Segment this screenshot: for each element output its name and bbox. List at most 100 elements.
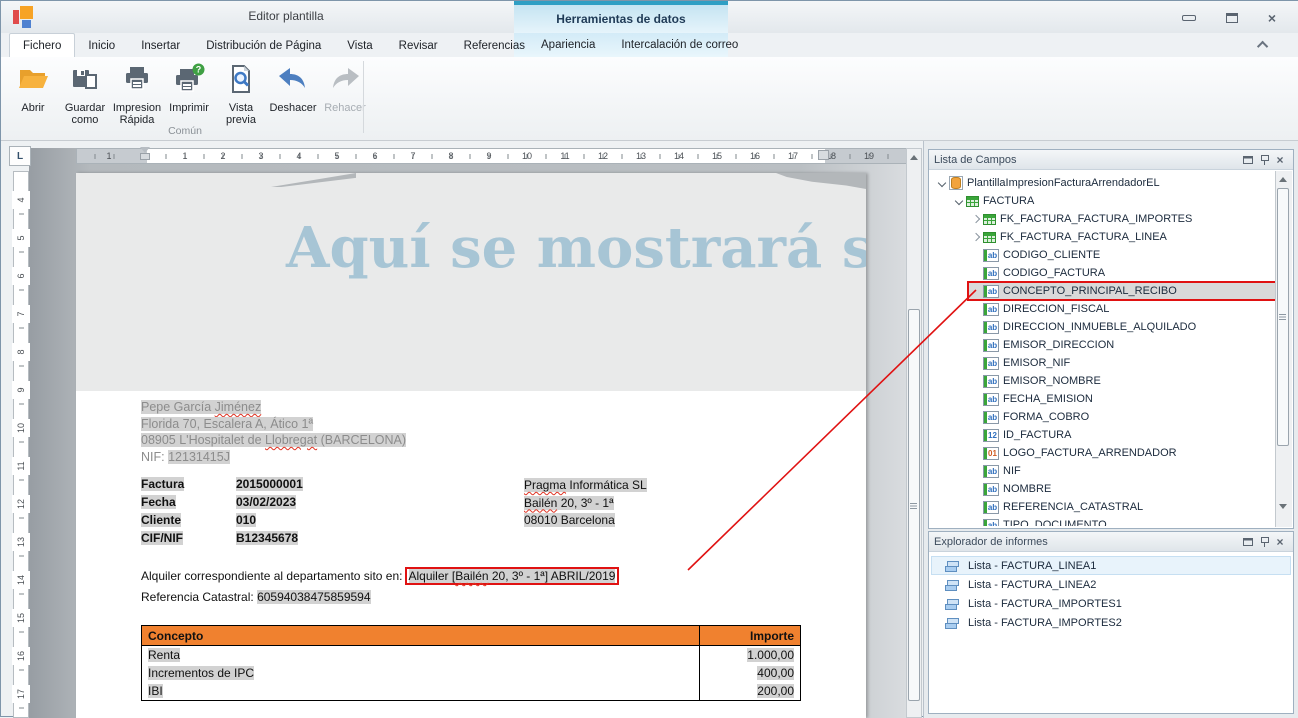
- invoice-field-value[interactable]: 2015000001: [236, 477, 303, 491]
- chevron-down-icon[interactable]: [952, 198, 966, 204]
- tree-item-id-factura[interactable]: 12ID_FACTURA: [931, 426, 1275, 444]
- tree-item-content: abEMISOR_NIF: [969, 355, 1275, 371]
- doc-text-line: Pepe García Jiménez: [141, 399, 406, 416]
- logo-placeholder[interactable]: Aquí se mostrará su: [76, 173, 866, 391]
- concept-import-table: Concepto Importe Renta1.000,00Incremento…: [141, 625, 801, 701]
- tree-item-fecha-emision[interactable]: abFECHA_EMISION: [931, 390, 1275, 408]
- indent-marker[interactable]: [140, 147, 150, 160]
- doc-text-line: 08010 Barcelona: [524, 512, 647, 530]
- ruler-number: 10: [517, 151, 537, 161]
- tree-item-forma-cobro[interactable]: abFORMA_COBRO: [931, 408, 1275, 426]
- tree-item-content: FACTURA: [952, 193, 1275, 209]
- tree-item-nombre[interactable]: abNOMBRE: [931, 480, 1275, 498]
- tree-item-emisor-nombre[interactable]: abEMISOR_NOMBRE: [931, 372, 1275, 390]
- invoice-field-value[interactable]: B12345678: [236, 531, 298, 545]
- tree-item-direccion-inmueble-alquilado[interactable]: abDIRECCION_INMUEBLE_ALQUILADO: [931, 318, 1275, 336]
- ruler-number: 17: [12, 685, 30, 703]
- field-list-title: Lista de Campos: [934, 154, 1240, 166]
- tree-item-emisor-nif[interactable]: abEMISOR_NIF: [931, 354, 1275, 372]
- ruler-number: 11: [555, 151, 575, 161]
- ruler-number: 6: [365, 151, 385, 161]
- minimize-icon[interactable]: [1176, 10, 1202, 25]
- tree-item-codigo-cliente[interactable]: abCODIGO_CLIENTE: [931, 246, 1275, 264]
- ruler-number: 7: [12, 305, 30, 323]
- tab-inicio[interactable]: Inicio: [75, 34, 128, 58]
- ruler-number: 2: [213, 151, 233, 161]
- tree-item-content: abTIPO_DOCUMENTO: [969, 517, 1275, 526]
- tab-insertar[interactable]: Insertar: [128, 34, 193, 58]
- tree-item-content: abCODIGO_FACTURA: [969, 265, 1275, 281]
- scrollbar-grip[interactable]: [910, 503, 917, 509]
- tree-item-label: NOMBRE: [1003, 483, 1051, 495]
- concept-merge-field[interactable]: Alquiler [Bailén 20, 3º - 1ª] ABRIL/2019: [405, 567, 620, 585]
- tree-item-nif[interactable]: abNIF: [931, 462, 1275, 480]
- redo-icon: [329, 63, 361, 100]
- invoice-field-value[interactable]: 03/02/2023: [236, 495, 296, 509]
- explorer-item-lista-factura-importes1[interactable]: Lista - FACTURA_IMPORTES1: [931, 594, 1291, 613]
- tree-item-label: DIRECCION_FISCAL: [1003, 303, 1109, 315]
- tab-distribucion-de-pagina[interactable]: Distribución de Página: [193, 34, 334, 58]
- tree-item-logo-factura-arrendador[interactable]: 01LOGO_FACTURA_ARRENDADOR: [931, 444, 1275, 462]
- tree-item-fk-factura-factura-linea[interactable]: FK_FACTURA_FACTURA_LINEA: [931, 228, 1275, 246]
- close-icon[interactable]: ×: [1259, 10, 1285, 25]
- tree-item-direccion-fiscal[interactable]: abDIRECCION_FISCAL: [931, 300, 1275, 318]
- tree-item-tipo-documento[interactable]: abTIPO_DOCUMENTO: [931, 516, 1275, 526]
- impresion-rapida-button[interactable]: Impresion Rápida: [111, 59, 163, 129]
- doc-text-segment: 08905 L'Hospitalet de: [141, 433, 265, 447]
- tree-item-plantillaimpresionfacturaarrendadorel[interactable]: PlantillaImpresionFacturaArrendadorEL: [931, 174, 1275, 192]
- tree-item-concepto-principal-recibo[interactable]: abCONCEPTO_PRINCIPAL_RECIBO: [931, 282, 1275, 300]
- tree-item-fk-factura-factura-importes[interactable]: FK_FACTURA_FACTURA_IMPORTES: [931, 210, 1275, 228]
- pin-icon[interactable]: [1256, 153, 1272, 167]
- list-band-icon: [945, 598, 959, 610]
- document-scrollbar[interactable]: [906, 148, 922, 718]
- doc-text-segment: Florida 70, Escalera A, Ático 1ª: [141, 417, 313, 431]
- close-icon[interactable]: ×: [1272, 535, 1288, 549]
- text-field-icon: ab: [983, 501, 999, 514]
- tab-intercalacion-de-correo[interactable]: Intercalación de correo: [608, 33, 751, 57]
- imprimir-button[interactable]: ?Imprimir: [163, 59, 215, 129]
- torn-paper-decoration: [271, 173, 356, 187]
- horizontal-ruler[interactable]: 123456789101112131415161718191: [76, 148, 909, 164]
- tab-fichero[interactable]: Fichero: [9, 33, 75, 57]
- field-list-scrollbar[interactable]: [1275, 171, 1292, 527]
- maximize-icon[interactable]: [1219, 10, 1245, 25]
- tree-item-label: CONCEPTO_PRINCIPAL_RECIBO: [1003, 285, 1177, 297]
- guardar-como-button[interactable]: Guardar como: [59, 59, 111, 129]
- explorer-item-lista-factura-importes2[interactable]: Lista - FACTURA_IMPORTES2: [931, 613, 1291, 632]
- scrollbar-grip[interactable]: [1279, 314, 1286, 320]
- tab-vista[interactable]: Vista: [334, 34, 385, 58]
- scroll-up-icon[interactable]: [907, 150, 921, 164]
- pin-icon[interactable]: [1256, 535, 1272, 549]
- ruler-number: 10: [12, 419, 30, 437]
- vista-previa-button[interactable]: Vista previa: [215, 59, 267, 129]
- table-icon: [983, 214, 996, 225]
- vertical-ruler[interactable]: 4567891011121314151617: [13, 171, 29, 718]
- invoice-field-value[interactable]: 010: [236, 513, 256, 527]
- tab-apariencia[interactable]: Apariencia: [528, 33, 608, 57]
- right-margin-marker[interactable]: [818, 150, 829, 160]
- explorer-item-lista-factura-linea1[interactable]: Lista - FACTURA_LINEA1: [931, 556, 1291, 575]
- deshacer-button[interactable]: Deshacer: [267, 59, 319, 129]
- explorer-item-lista-factura-linea2[interactable]: Lista - FACTURA_LINEA2: [931, 575, 1291, 594]
- tab-stop-selector[interactable]: L: [9, 146, 31, 166]
- tree-item-referencia-catastral[interactable]: abREFERENCIA_CATASTRAL: [931, 498, 1275, 516]
- tree-item-emisor-direccion[interactable]: abEMISOR_DIRECCION: [931, 336, 1275, 354]
- tree-item-factura[interactable]: FACTURA: [931, 192, 1275, 210]
- scroll-up-icon[interactable]: [1276, 172, 1290, 186]
- tree-item-label: FK_FACTURA_FACTURA_LINEA: [1000, 231, 1167, 243]
- window-title: Editor plantilla: [121, 9, 451, 23]
- maximize-icon[interactable]: [1240, 535, 1256, 549]
- close-icon[interactable]: ×: [1272, 153, 1288, 167]
- chevron-right-icon[interactable]: [969, 216, 983, 222]
- scroll-down-icon[interactable]: [1276, 499, 1290, 513]
- ruler-number: 6: [12, 267, 30, 285]
- invoice-field-row: CIF/NIFB12345678: [141, 531, 303, 549]
- abrir-button[interactable]: Abrir: [7, 59, 59, 129]
- tree-item-label: EMISOR_NOMBRE: [1003, 375, 1101, 387]
- tree-item-codigo-factura[interactable]: abCODIGO_FACTURA: [931, 264, 1275, 282]
- collapse-ribbon-icon[interactable]: [1255, 37, 1273, 53]
- chevron-right-icon[interactable]: [969, 234, 983, 240]
- tab-revisar[interactable]: Revisar: [386, 34, 451, 58]
- chevron-down-icon[interactable]: [935, 180, 949, 186]
- maximize-icon[interactable]: [1240, 153, 1256, 167]
